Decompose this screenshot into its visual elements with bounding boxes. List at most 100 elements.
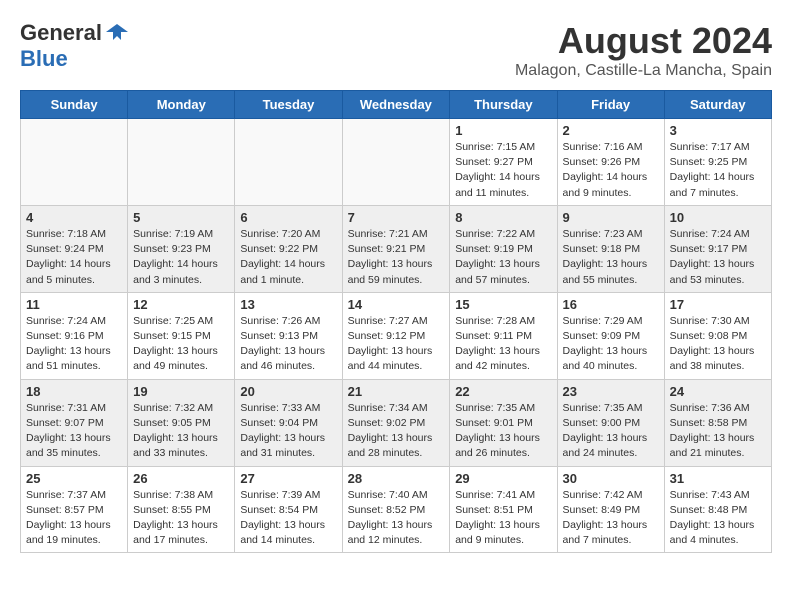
day-info: Sunrise: 7:39 AM Sunset: 8:54 PM Dayligh… xyxy=(240,488,336,549)
calendar-day-cell: 25Sunrise: 7:37 AM Sunset: 8:57 PM Dayli… xyxy=(21,466,128,553)
calendar-day-cell: 3 Sunrise: 7:17 AM Sunset: 9:25 PM Daylig… xyxy=(664,119,771,206)
calendar-week-row: 4Sunrise: 7:18 AM Sunset: 9:24 PM Daylig… xyxy=(21,205,772,292)
day-number: 19 xyxy=(133,384,229,399)
day-info: Sunrise: 7:29 AM Sunset: 9:09 PM Dayligh… xyxy=(563,314,659,375)
day-number: 26 xyxy=(133,471,229,486)
day-info: Sunrise: 7:17 AM Sunset: 9:25 PM Dayligh… xyxy=(670,140,766,201)
logo-bird-icon xyxy=(106,22,128,44)
calendar-day-cell: 18 Sunrise: 7:31 AM Sunset: 9:07 PM Dayli… xyxy=(21,379,128,466)
calendar-day-cell: 19 Sunrise: 7:32 AM Sunset: 9:05 PM Dayli… xyxy=(128,379,235,466)
day-info: Sunrise: 7:36 AM Sunset: 8:58 PM Dayligh… xyxy=(670,401,766,462)
day-info: Sunrise: 7:15 AM Sunset: 9:27 PM Dayligh… xyxy=(455,140,551,201)
day-number: 16 xyxy=(563,297,659,312)
day-info: Sunrise: 7:24 AM Sunset: 9:17 PM Dayligh… xyxy=(670,227,766,288)
calendar-day-cell: 4Sunrise: 7:18 AM Sunset: 9:24 PM Daylig… xyxy=(21,205,128,292)
day-info: Sunrise: 7:28 AM Sunset: 9:11 PM Dayligh… xyxy=(455,314,551,375)
weekday-header-monday: Monday xyxy=(128,91,235,119)
day-info: Sunrise: 7:24 AM Sunset: 9:16 PM Dayligh… xyxy=(26,314,122,375)
day-info: Sunrise: 7:37 AM Sunset: 8:57 PM Dayligh… xyxy=(26,488,122,549)
calendar-day-cell: 17Sunrise: 7:30 AM Sunset: 9:08 PM Dayli… xyxy=(664,292,771,379)
day-info: Sunrise: 7:25 AM Sunset: 9:15 PM Dayligh… xyxy=(133,314,229,375)
calendar-day-cell: 30 Sunrise: 7:42 AM Sunset: 8:49 PM Dayli… xyxy=(557,466,664,553)
month-title: August 2024 xyxy=(515,20,772,62)
day-info: Sunrise: 7:18 AM Sunset: 9:24 PM Dayligh… xyxy=(26,227,122,288)
logo-blue-text: Blue xyxy=(20,46,68,71)
weekday-header-wednesday: Wednesday xyxy=(342,91,450,119)
day-info: Sunrise: 7:42 AM Sunset: 8:49 PM Dayligh… xyxy=(563,488,659,549)
day-number: 11 xyxy=(26,297,122,312)
calendar-day-cell xyxy=(21,119,128,206)
day-info: Sunrise: 7:32 AM Sunset: 9:05 PM Dayligh… xyxy=(133,401,229,462)
calendar-week-row: 18 Sunrise: 7:31 AM Sunset: 9:07 PM Dayli… xyxy=(21,379,772,466)
weekday-header-row: SundayMondayTuesdayWednesdayThursdayFrid… xyxy=(21,91,772,119)
day-number: 15 xyxy=(455,297,551,312)
day-info: Sunrise: 7:41 AM Sunset: 8:51 PM Dayligh… xyxy=(455,488,551,549)
day-number: 8 xyxy=(455,210,551,225)
day-number: 14 xyxy=(348,297,445,312)
calendar-day-cell: 26Sunrise: 7:38 AM Sunset: 8:55 PM Dayli… xyxy=(128,466,235,553)
calendar-day-cell: 5Sunrise: 7:19 AM Sunset: 9:23 PM Daylig… xyxy=(128,205,235,292)
calendar-week-row: 11 Sunrise: 7:24 AM Sunset: 9:16 PM Dayli… xyxy=(21,292,772,379)
calendar-day-cell: 28 Sunrise: 7:40 AM Sunset: 8:52 PM Dayli… xyxy=(342,466,450,553)
day-number: 21 xyxy=(348,384,445,399)
day-number: 30 xyxy=(563,471,659,486)
day-info: Sunrise: 7:40 AM Sunset: 8:52 PM Dayligh… xyxy=(348,488,445,549)
calendar-day-cell: 24 Sunrise: 7:36 AM Sunset: 8:58 PM Dayli… xyxy=(664,379,771,466)
day-number: 9 xyxy=(563,210,659,225)
calendar-day-cell: 6Sunrise: 7:20 AM Sunset: 9:22 PM Daylig… xyxy=(235,205,342,292)
calendar-day-cell: 21Sunrise: 7:34 AM Sunset: 9:02 PM Dayli… xyxy=(342,379,450,466)
day-info: Sunrise: 7:16 AM Sunset: 9:26 PM Dayligh… xyxy=(563,140,659,201)
calendar-day-cell xyxy=(235,119,342,206)
page-header: General Blue August 2024 Malagon, Castil… xyxy=(20,20,772,80)
calendar-day-cell: 16 Sunrise: 7:29 AM Sunset: 9:09 PM Dayli… xyxy=(557,292,664,379)
day-number: 3 xyxy=(670,123,766,138)
logo-general-text: General xyxy=(20,20,102,46)
day-info: Sunrise: 7:35 AM Sunset: 9:01 PM Dayligh… xyxy=(455,401,551,462)
title-area: August 2024 Malagon, Castille-La Mancha,… xyxy=(515,20,772,80)
day-info: Sunrise: 7:19 AM Sunset: 9:23 PM Dayligh… xyxy=(133,227,229,288)
day-number: 31 xyxy=(670,471,766,486)
day-info: Sunrise: 7:33 AM Sunset: 9:04 PM Dayligh… xyxy=(240,401,336,462)
day-number: 22 xyxy=(455,384,551,399)
calendar-day-cell: 9 Sunrise: 7:23 AM Sunset: 9:18 PM Daylig… xyxy=(557,205,664,292)
calendar-day-cell: 10 Sunrise: 7:24 AM Sunset: 9:17 PM Dayli… xyxy=(664,205,771,292)
calendar-day-cell: 12Sunrise: 7:25 AM Sunset: 9:15 PM Dayli… xyxy=(128,292,235,379)
calendar-day-cell: 23Sunrise: 7:35 AM Sunset: 9:00 PM Dayli… xyxy=(557,379,664,466)
day-number: 13 xyxy=(240,297,336,312)
calendar-day-cell: 13Sunrise: 7:26 AM Sunset: 9:13 PM Dayli… xyxy=(235,292,342,379)
calendar-day-cell: 14Sunrise: 7:27 AM Sunset: 9:12 PM Dayli… xyxy=(342,292,450,379)
calendar-day-cell: 15 Sunrise: 7:28 AM Sunset: 9:11 PM Dayli… xyxy=(450,292,557,379)
day-info: Sunrise: 7:35 AM Sunset: 9:00 PM Dayligh… xyxy=(563,401,659,462)
day-number: 28 xyxy=(348,471,445,486)
calendar-day-cell: 22 Sunrise: 7:35 AM Sunset: 9:01 PM Dayli… xyxy=(450,379,557,466)
day-number: 20 xyxy=(240,384,336,399)
calendar-day-cell: 29 Sunrise: 7:41 AM Sunset: 8:51 PM Dayli… xyxy=(450,466,557,553)
day-number: 7 xyxy=(348,210,445,225)
day-number: 29 xyxy=(455,471,551,486)
calendar-day-cell: 11 Sunrise: 7:24 AM Sunset: 9:16 PM Dayli… xyxy=(21,292,128,379)
weekday-header-friday: Friday xyxy=(557,91,664,119)
calendar-day-cell xyxy=(342,119,450,206)
day-number: 1 xyxy=(455,123,551,138)
calendar-day-cell: 31Sunrise: 7:43 AM Sunset: 8:48 PM Dayli… xyxy=(664,466,771,553)
calendar-day-cell: 20 Sunrise: 7:33 AM Sunset: 9:04 PM Dayli… xyxy=(235,379,342,466)
calendar-day-cell: 7 Sunrise: 7:21 AM Sunset: 9:21 PM Daylig… xyxy=(342,205,450,292)
day-number: 27 xyxy=(240,471,336,486)
day-number: 10 xyxy=(670,210,766,225)
calendar-day-cell: 27 Sunrise: 7:39 AM Sunset: 8:54 PM Dayli… xyxy=(235,466,342,553)
day-number: 24 xyxy=(670,384,766,399)
calendar-day-cell xyxy=(128,119,235,206)
weekday-header-saturday: Saturday xyxy=(664,91,771,119)
day-number: 18 xyxy=(26,384,122,399)
day-info: Sunrise: 7:20 AM Sunset: 9:22 PM Dayligh… xyxy=(240,227,336,288)
calendar-day-cell: 1 Sunrise: 7:15 AM Sunset: 9:27 PM Daylig… xyxy=(450,119,557,206)
day-info: Sunrise: 7:31 AM Sunset: 9:07 PM Dayligh… xyxy=(26,401,122,462)
weekday-header-tuesday: Tuesday xyxy=(235,91,342,119)
calendar-table: SundayMondayTuesdayWednesdayThursdayFrid… xyxy=(20,90,772,553)
day-info: Sunrise: 7:22 AM Sunset: 9:19 PM Dayligh… xyxy=(455,227,551,288)
day-info: Sunrise: 7:21 AM Sunset: 9:21 PM Dayligh… xyxy=(348,227,445,288)
weekday-header-sunday: Sunday xyxy=(21,91,128,119)
day-info: Sunrise: 7:23 AM Sunset: 9:18 PM Dayligh… xyxy=(563,227,659,288)
day-info: Sunrise: 7:30 AM Sunset: 9:08 PM Dayligh… xyxy=(670,314,766,375)
calendar-day-cell: 8 Sunrise: 7:22 AM Sunset: 9:19 PM Daylig… xyxy=(450,205,557,292)
